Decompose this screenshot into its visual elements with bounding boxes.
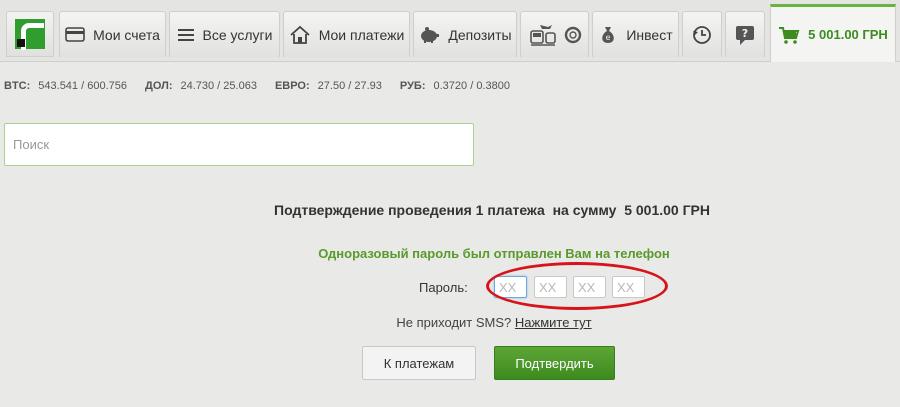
sms-question: Не приходит SMS? (396, 315, 512, 330)
confirmation-title: Подтверждение проведения 1 платежа на су… (274, 202, 710, 218)
nav-tab-invest[interactable]: e Инвест (592, 11, 679, 57)
search-input[interactable] (4, 123, 474, 166)
rate-eur: ЕВРО: 27.50 / 27.93 (275, 80, 382, 92)
card-icon (65, 27, 85, 42)
nav-tab-payments-label: Мои платежи (318, 26, 405, 43)
logo-mark-icon (15, 19, 45, 50)
rate-name: ДОЛ: (144, 80, 173, 92)
money-bag-icon: e (602, 26, 615, 43)
svg-text:e: e (606, 33, 611, 42)
piggy-bank-icon (421, 26, 440, 43)
privatbank-logo[interactable] (6, 11, 54, 57)
password-label: Пароль: (419, 280, 468, 295)
nav-tab-invest-label: Инвест (626, 26, 673, 43)
otp-field-4[interactable] (612, 276, 645, 298)
rate-usd: ДОЛ: 24.730 / 25.063 (145, 80, 257, 92)
cart-amount: 5 001.00 ГРН (808, 27, 888, 42)
rate-name: ЕВРО: (274, 80, 310, 92)
lifebuoy-icon (564, 26, 581, 43)
history-icon (693, 25, 711, 44)
nav-tab-services[interactable]: Все услуги (169, 11, 280, 57)
cart-tab[interactable]: 5 001.00 ГРН (770, 4, 896, 62)
nav-tab-travel[interactable] (520, 11, 589, 57)
sms-resend-link[interactable]: Нажмите тут (515, 315, 592, 330)
nav-tab-history[interactable] (682, 11, 722, 57)
rate-name: РУБ: (399, 80, 426, 92)
nav-tab-accounts-label: Мои счета (93, 26, 160, 43)
rate-btc: BTC: 543.541 / 600.756 (4, 80, 127, 92)
nav-tab-help[interactable]: ? (725, 11, 765, 57)
exchange-rates: BTC: 543.541 / 600.756 ДОЛ: 24.730 / 25.06… (4, 80, 528, 92)
back-to-payments-button[interactable]: К платежам (362, 346, 476, 380)
rate-value: 27.50 / 27.93 (317, 80, 382, 92)
otp-field-1[interactable] (494, 276, 527, 298)
rate-name: BTC: (4, 80, 31, 92)
transport-icon (529, 24, 556, 46)
otp-sent-message: Одноразовый пароль был отправлен Вам на … (318, 246, 670, 261)
sms-help-line: Не приходит SMS? Нажмите тут (0, 315, 900, 330)
rate-value: 24.730 / 25.063 (180, 80, 257, 92)
nav-tab-payments[interactable]: Мои платежи (283, 11, 410, 57)
nav-tab-services-label: Все услуги (202, 26, 273, 43)
cart-icon (779, 26, 800, 44)
confirm-button[interactable]: Подтвердить (494, 346, 615, 380)
list-icon (177, 28, 194, 41)
help-chat-icon: ? (736, 25, 754, 45)
rate-value: 543.541 / 600.756 (38, 80, 127, 92)
rate-value: 0.3720 / 0.3800 (433, 80, 510, 92)
rate-rub: РУБ: 0.3720 / 0.3800 (400, 80, 510, 92)
top-navigation: Мои счета Все услуги Мои платежи Депозит… (0, 0, 900, 62)
svg-text:?: ? (742, 27, 748, 40)
home-icon (290, 25, 310, 44)
nav-tab-deposits-label: Депозиты (448, 26, 512, 43)
nav-tab-accounts[interactable]: Мои счета (59, 11, 166, 57)
otp-field-2[interactable] (534, 276, 567, 298)
otp-field-3[interactable] (573, 276, 606, 298)
nav-tab-deposits[interactable]: Депозиты (413, 11, 517, 57)
